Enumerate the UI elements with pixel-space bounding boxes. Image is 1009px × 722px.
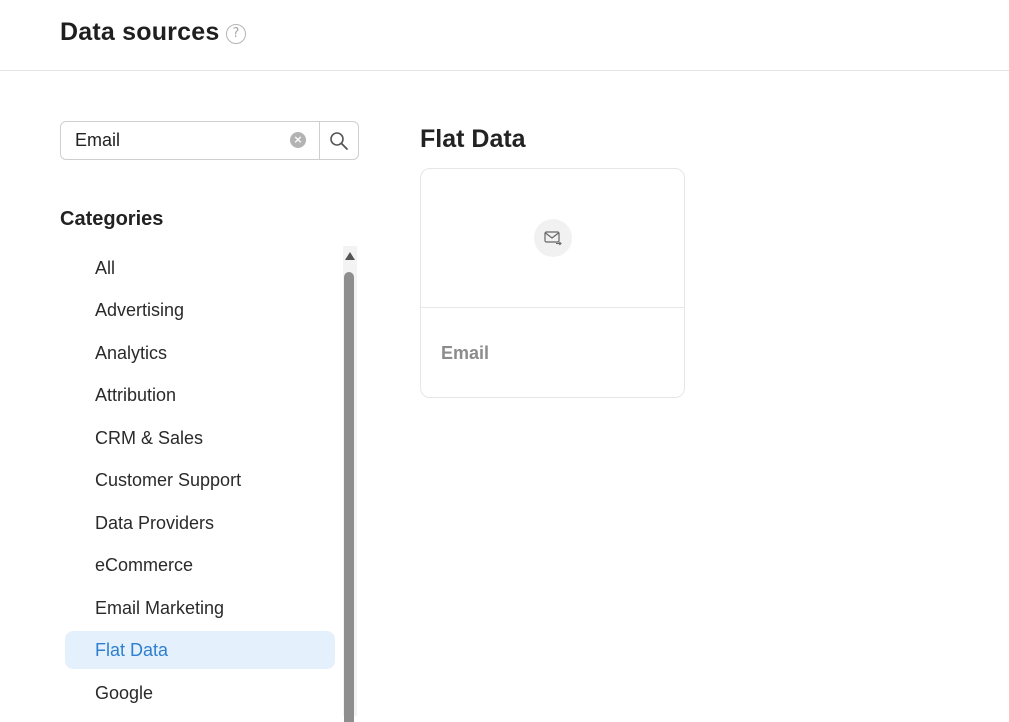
category-item-all[interactable]: All bbox=[65, 249, 335, 287]
category-list: All Advertising Analytics Attribution CR… bbox=[60, 247, 340, 716]
search-button[interactable] bbox=[319, 121, 359, 160]
section-title: Flat Data bbox=[420, 125, 526, 153]
category-item-crm-sales[interactable]: CRM & Sales bbox=[65, 419, 335, 457]
clear-icon[interactable]: × bbox=[290, 132, 306, 148]
category-item-google[interactable]: Google bbox=[65, 674, 335, 712]
category-item-analytics[interactable]: Analytics bbox=[65, 334, 335, 372]
page-header: Data sources ? bbox=[0, 0, 1009, 71]
category-item-advertising[interactable]: Advertising bbox=[65, 291, 335, 329]
category-scrollbar[interactable] bbox=[343, 246, 357, 722]
search-box: × bbox=[60, 121, 359, 160]
category-item-ecommerce[interactable]: eCommerce bbox=[65, 546, 335, 584]
card-image-area bbox=[421, 169, 684, 308]
category-item-email-marketing[interactable]: Email Marketing bbox=[65, 589, 335, 627]
categories-heading: Categories bbox=[60, 208, 164, 230]
search-input[interactable] bbox=[61, 122, 319, 159]
card-label: Email bbox=[441, 343, 490, 363]
page-title: Data sources bbox=[60, 18, 220, 46]
category-item-customer-support[interactable]: Customer Support bbox=[65, 461, 335, 499]
mail-icon bbox=[534, 219, 572, 257]
category-item-flat-data[interactable]: Flat Data bbox=[65, 631, 335, 669]
scroll-up-arrow-icon[interactable] bbox=[345, 252, 355, 260]
scrollbar-thumb[interactable] bbox=[344, 272, 354, 722]
search-icon bbox=[330, 131, 348, 150]
category-item-data-providers[interactable]: Data Providers bbox=[65, 504, 335, 542]
help-icon[interactable]: ? bbox=[226, 24, 246, 44]
data-source-card-email[interactable]: Email bbox=[420, 168, 685, 398]
category-item-attribution[interactable]: Attribution bbox=[65, 376, 335, 414]
